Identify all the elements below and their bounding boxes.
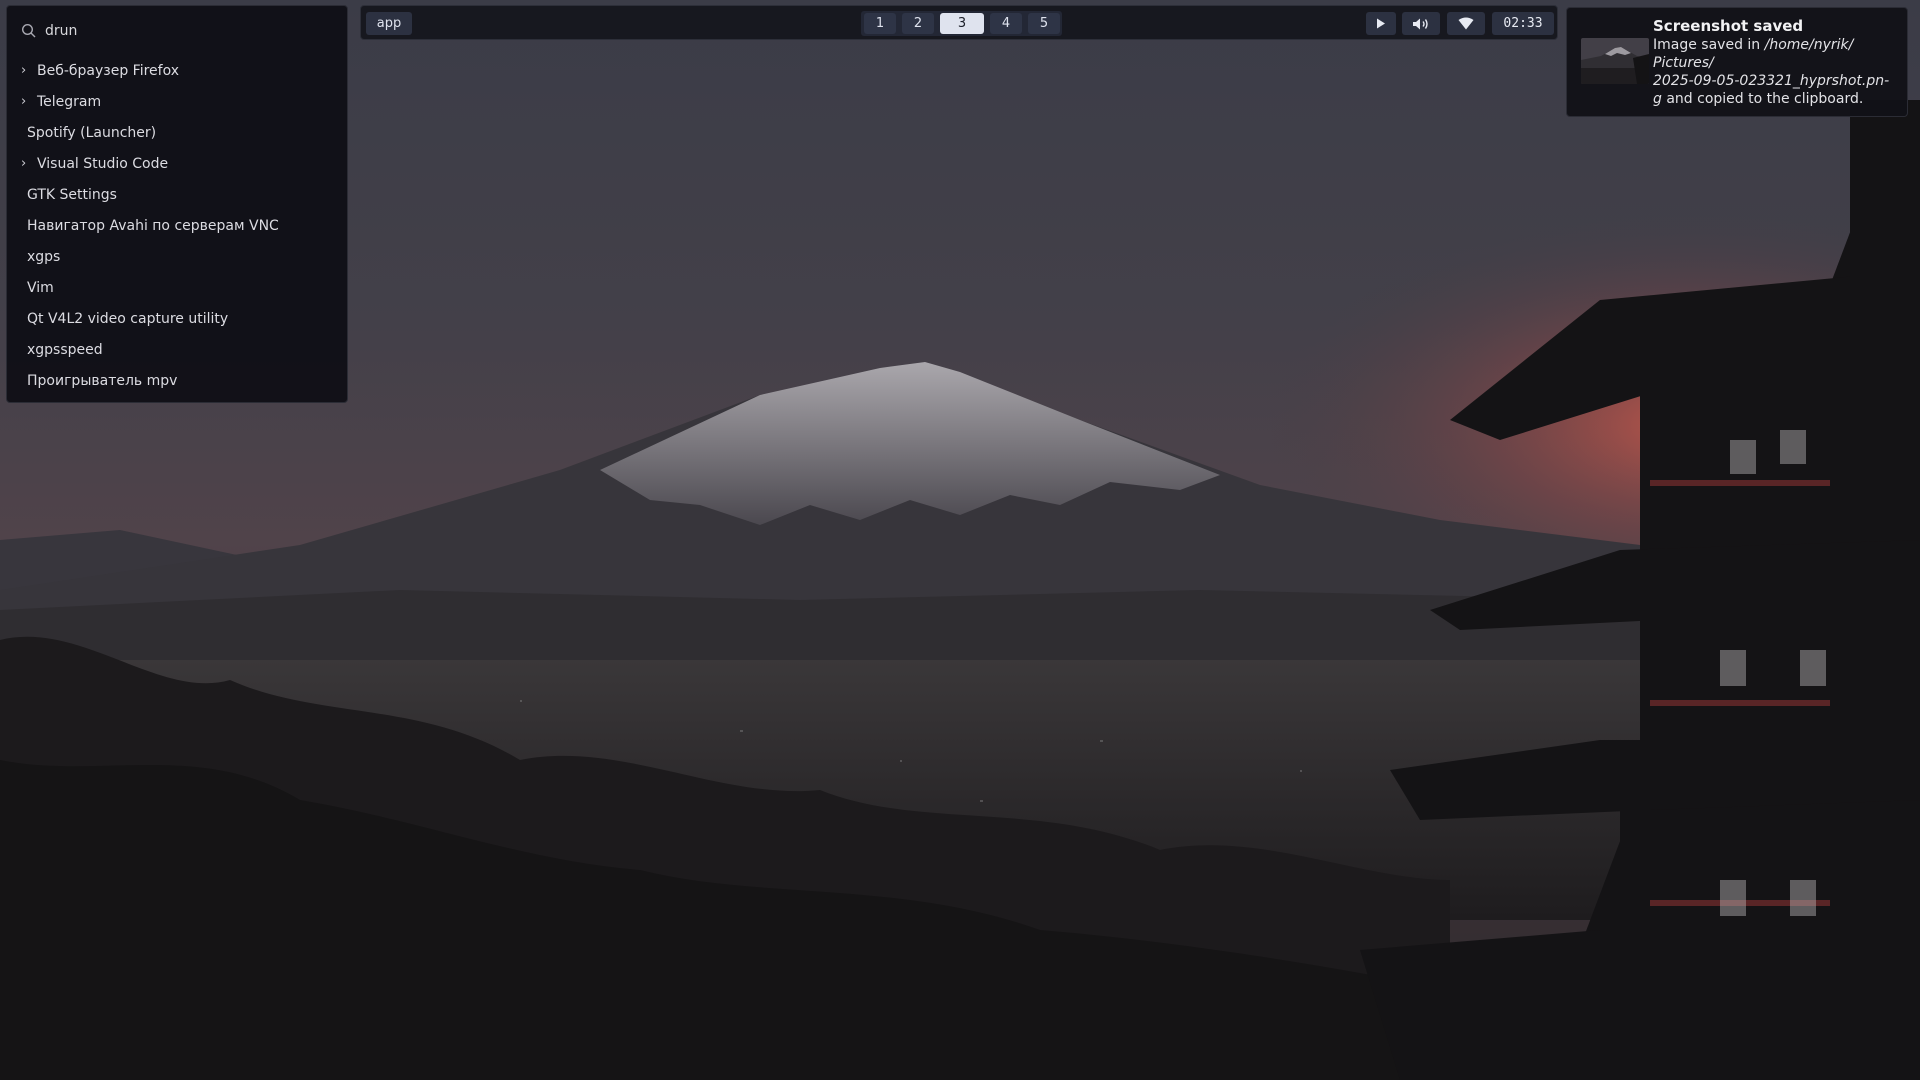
notification-path: g — [1653, 91, 1662, 107]
chevron-right-icon: › — [21, 94, 27, 109]
launcher-item-spotify[interactable]: Spotify (Launcher) — [7, 117, 347, 148]
notification-path: /home/nyrik/ — [1764, 37, 1854, 53]
notification-body: Image saved in /home/nyrik/Pictures/2025… — [1653, 36, 1899, 108]
launcher-item-label: Веб-браузер Firefox — [37, 62, 180, 79]
launcher-item-label: Telegram — [37, 93, 102, 110]
network-button[interactable] — [1447, 12, 1485, 35]
launcher-item-telegram[interactable]: › Telegram — [7, 86, 347, 117]
launcher-item-label: Навигатор Avahi по серверам VNC — [27, 217, 279, 234]
launcher-item-label: xgpsspeed — [27, 341, 103, 358]
volume-button[interactable] — [1402, 12, 1440, 35]
app-launcher: › Веб-браузер Firefox › Telegram Spotify (… — [6, 5, 348, 403]
launcher-item-label: GTK Settings — [27, 186, 117, 203]
launcher-item-label: Visual Studio Code — [37, 155, 169, 172]
notification-path: Pictures/ — [1653, 55, 1714, 71]
launcher-item-vscode[interactable]: › Visual Studio Code — [7, 148, 347, 179]
launcher-item-label: Проигрыватель mpv — [27, 372, 178, 389]
launcher-item-label: Vim — [27, 279, 54, 296]
workspace-4-button[interactable]: 4 — [990, 13, 1022, 34]
wifi-icon — [1458, 17, 1474, 30]
launcher-item-vim[interactable]: Vim — [7, 272, 347, 303]
notification-popup[interactable]: Screenshot saved Image saved in /home/ny… — [1566, 7, 1908, 117]
notification-path: 2025-09-05-023321_hyprshot.pn- — [1653, 73, 1890, 89]
workspace-1-button[interactable]: 1 — [864, 13, 896, 34]
launcher-item-avahi-vnc[interactable]: Навигатор Avahi по серверам VNC — [7, 210, 347, 241]
launcher-search-input[interactable] — [45, 23, 325, 39]
volume-icon — [1413, 18, 1428, 29]
launcher-item-firefox[interactable]: › Веб-браузер Firefox — [7, 55, 347, 86]
chevron-right-icon: › — [21, 156, 27, 171]
launcher-item-xgps[interactable]: xgps — [7, 241, 347, 272]
launcher-item-label: Qt V4L2 video capture utility — [27, 310, 229, 327]
launcher-item-qv4l2[interactable]: Qt V4L2 video capture utility — [7, 303, 347, 334]
top-bar: app 1 2 3 4 5 02:33 — [360, 5, 1558, 40]
notification-text: Image saved in — [1653, 37, 1765, 53]
workspace-5-button[interactable]: 5 — [1028, 13, 1060, 34]
chevron-right-icon: › — [21, 63, 27, 78]
media-play-button[interactable] — [1366, 12, 1396, 35]
launcher-item-gtk-settings[interactable]: GTK Settings — [7, 179, 347, 210]
launcher-item-label: xgps — [27, 248, 61, 265]
launcher-search[interactable] — [21, 18, 331, 44]
launcher-results: › Веб-браузер Firefox › Telegram Spotify (… — [7, 55, 347, 396]
workspace-2-button[interactable]: 2 — [902, 13, 934, 34]
app-menu-button[interactable]: app — [366, 12, 412, 35]
screenshot-thumbnail — [1581, 38, 1649, 84]
workspace-3-button[interactable]: 3 — [940, 13, 984, 34]
play-icon — [1377, 18, 1385, 29]
clock[interactable]: 02:33 — [1492, 12, 1554, 35]
notification-title: Screenshot saved — [1653, 17, 1804, 35]
launcher-item-label: Spotify (Launcher) — [27, 124, 157, 141]
workspace-switcher: 1 2 3 4 5 — [861, 11, 1062, 36]
notification-text: and copied to the clipboard. — [1661, 91, 1864, 107]
launcher-item-mpv[interactable]: Проигрыватель mpv — [7, 365, 347, 396]
search-icon — [21, 23, 36, 38]
launcher-item-xgpsspeed[interactable]: xgpsspeed — [7, 334, 347, 365]
